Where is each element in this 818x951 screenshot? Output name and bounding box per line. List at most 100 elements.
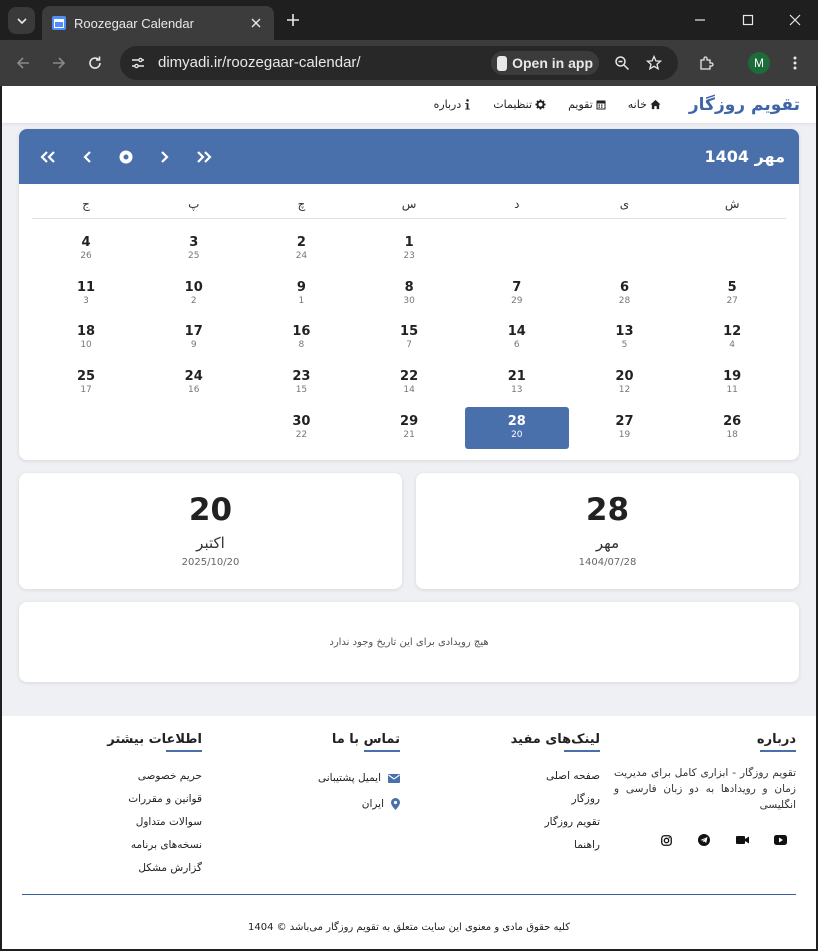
site-brand[interactable]: تقویم روزگار — [689, 95, 800, 115]
footer-link-report[interactable]: گزارش مشکل — [107, 857, 202, 880]
day-cell[interactable]: 11 3 — [32, 271, 140, 316]
footer-link-home[interactable]: صفحه اصلی — [511, 765, 600, 788]
weekday-label: س — [401, 197, 417, 211]
footer-link-guide[interactable]: راهنما — [511, 834, 600, 857]
gregorian-day-number: 14 — [403, 385, 415, 396]
nav-about[interactable]: درباره — [434, 98, 472, 111]
day-cell[interactable]: 4 26 — [32, 226, 140, 271]
day-cell[interactable]: 5 27 — [678, 271, 786, 316]
contact-email[interactable]: ایمیل پشتیبانی — [318, 765, 400, 791]
weekday-label: ج — [82, 197, 90, 211]
day-cell[interactable]: 30 22 — [248, 405, 356, 450]
maximize-icon[interactable] — [736, 8, 760, 32]
minimize-icon[interactable] — [688, 8, 712, 32]
day-number: 25 — [76, 369, 96, 385]
day-cell[interactable]: 24 16 — [140, 360, 248, 405]
day-cell[interactable]: 18 10 — [32, 316, 140, 361]
footer-link-faq[interactable]: سوالات متداول — [107, 811, 202, 834]
footer-link-versions[interactable]: نسخه‌های برنامه — [107, 834, 202, 857]
site-header: تقویم روزگار خانه تقویم تنظیمات درباره — [2, 86, 816, 123]
day-cell-inner: 6 28 — [572, 272, 676, 314]
day-cell[interactable]: 6 28 — [571, 271, 679, 316]
persian-date-card: 28 مهر 1404/07/28 — [416, 473, 799, 589]
day-cell[interactable]: 16 8 — [248, 316, 356, 361]
zoom-icon[interactable] — [612, 53, 632, 73]
day-cell[interactable]: 25 17 — [32, 360, 140, 405]
persian-day-number: 28 — [585, 492, 630, 528]
footer-link-privacy[interactable]: حریم خصوصی — [107, 765, 202, 788]
address-bar[interactable]: dimyadi.ir/roozegaar-calendar/ Open in a… — [120, 46, 678, 80]
web-page: تقویم روزگار خانه تقویم تنظیمات درباره م… — [2, 86, 816, 949]
site-settings-icon[interactable] — [128, 53, 148, 73]
forward-arrow-icon[interactable] — [47, 51, 71, 75]
day-cell[interactable]: 91 — [248, 271, 356, 316]
today-button[interactable] — [115, 146, 136, 167]
footer-more-info: اطلاعات بیشتر حریم خصوصی قوانین و مقررات… — [107, 732, 202, 880]
tab-search-button[interactable] — [8, 7, 35, 34]
day-cell[interactable]: 10 2 — [140, 271, 248, 316]
day-cell[interactable]: 7 29 — [463, 271, 571, 316]
day-cell[interactable]: 2 24 — [248, 226, 356, 271]
weekday-row: ش ی د س چ پ ج — [32, 193, 786, 219]
day-cell-inner: 91 — [249, 272, 353, 314]
day-cell[interactable]: 23 15 — [248, 360, 356, 405]
day-cell[interactable]: 20 12 — [571, 360, 679, 405]
new-tab-icon[interactable] — [283, 10, 303, 30]
day-cell[interactable]: 1 23 — [355, 226, 463, 271]
day-cell[interactable]: 15 7 — [355, 316, 463, 361]
day-cell[interactable]: 17 9 — [140, 316, 248, 361]
weekday-label: ش — [724, 197, 740, 211]
day-cell-inner: 29 21 — [357, 407, 461, 449]
day-cell[interactable]: 27 19 — [571, 405, 679, 450]
video-icon[interactable] — [735, 833, 749, 847]
nav-settings-label: تنظیمات — [493, 98, 533, 111]
next-month-button[interactable] — [154, 146, 175, 167]
footer-contact-list: ایمیل پشتیبانی ایران — [318, 765, 400, 817]
day-cell[interactable]: 22 14 — [355, 360, 463, 405]
youtube-icon[interactable] — [773, 833, 787, 847]
close-tab-icon[interactable] — [248, 15, 264, 31]
open-in-app-button[interactable]: Open in app — [491, 51, 599, 75]
nav-home[interactable]: خانه — [628, 98, 661, 111]
month-title: مهر 1404 — [704, 147, 785, 166]
day-cell[interactable]: 19 11 — [678, 360, 786, 405]
day-cell[interactable]: 26 18 — [678, 405, 786, 450]
day-cell[interactable]: 8 30 — [355, 271, 463, 316]
gregorian-day-number: 7 — [406, 340, 412, 351]
footer-link-calendar[interactable]: تقویم روزگار — [511, 811, 600, 834]
reload-icon[interactable] — [83, 51, 107, 75]
day-cell[interactable]: 29 21 — [355, 405, 463, 450]
nav-calendar[interactable]: تقویم — [568, 98, 606, 111]
back-arrow-icon[interactable] — [11, 51, 35, 75]
footer-link-terms[interactable]: قوانین و مقررات — [107, 788, 202, 811]
day-cell[interactable]: 12 4 — [678, 316, 786, 361]
window-close-icon[interactable] — [783, 8, 807, 32]
bookmark-star-icon[interactable] — [644, 53, 664, 73]
browser-tab[interactable]: Roozegaar Calendar — [42, 6, 274, 40]
day-cell[interactable]: 3 25 — [140, 226, 248, 271]
day-cell-inner: 2 24 — [249, 227, 353, 269]
nav-settings[interactable]: تنظیمات — [493, 98, 546, 111]
gregorian-day-number: 19 — [618, 430, 631, 441]
day-cell[interactable]: 21 13 — [463, 360, 571, 405]
footer-link-roozegaar[interactable]: روزگار — [511, 788, 600, 811]
today-dot-icon — [119, 150, 132, 163]
telegram-icon[interactable] — [697, 833, 711, 847]
more-menu-icon[interactable] — [783, 51, 807, 75]
profile-avatar[interactable]: M — [748, 52, 770, 74]
day-cell[interactable]: 28 20 — [463, 405, 571, 450]
extensions-icon[interactable] — [694, 51, 718, 75]
next-year-button[interactable] — [193, 146, 214, 167]
instagram-icon[interactable] — [659, 833, 673, 847]
previous-year-button[interactable] — [37, 146, 58, 167]
previous-month-button[interactable] — [76, 146, 97, 167]
day-cell[interactable]: 13 5 — [571, 316, 679, 361]
day-cell-inner: 16 8 — [249, 317, 353, 359]
gregorian-day-number: 11 — [726, 385, 738, 396]
copyright-text: کلیه حقوق مادی و معنوی این سایت متعلق به… — [247, 922, 570, 933]
double-chevron-left-icon — [39, 150, 55, 163]
day-number: 30 — [292, 414, 311, 430]
gregorian-day-number: 27 — [726, 295, 738, 306]
day-cell[interactable]: 14 6 — [463, 316, 571, 361]
day-number: 11 — [76, 279, 96, 295]
